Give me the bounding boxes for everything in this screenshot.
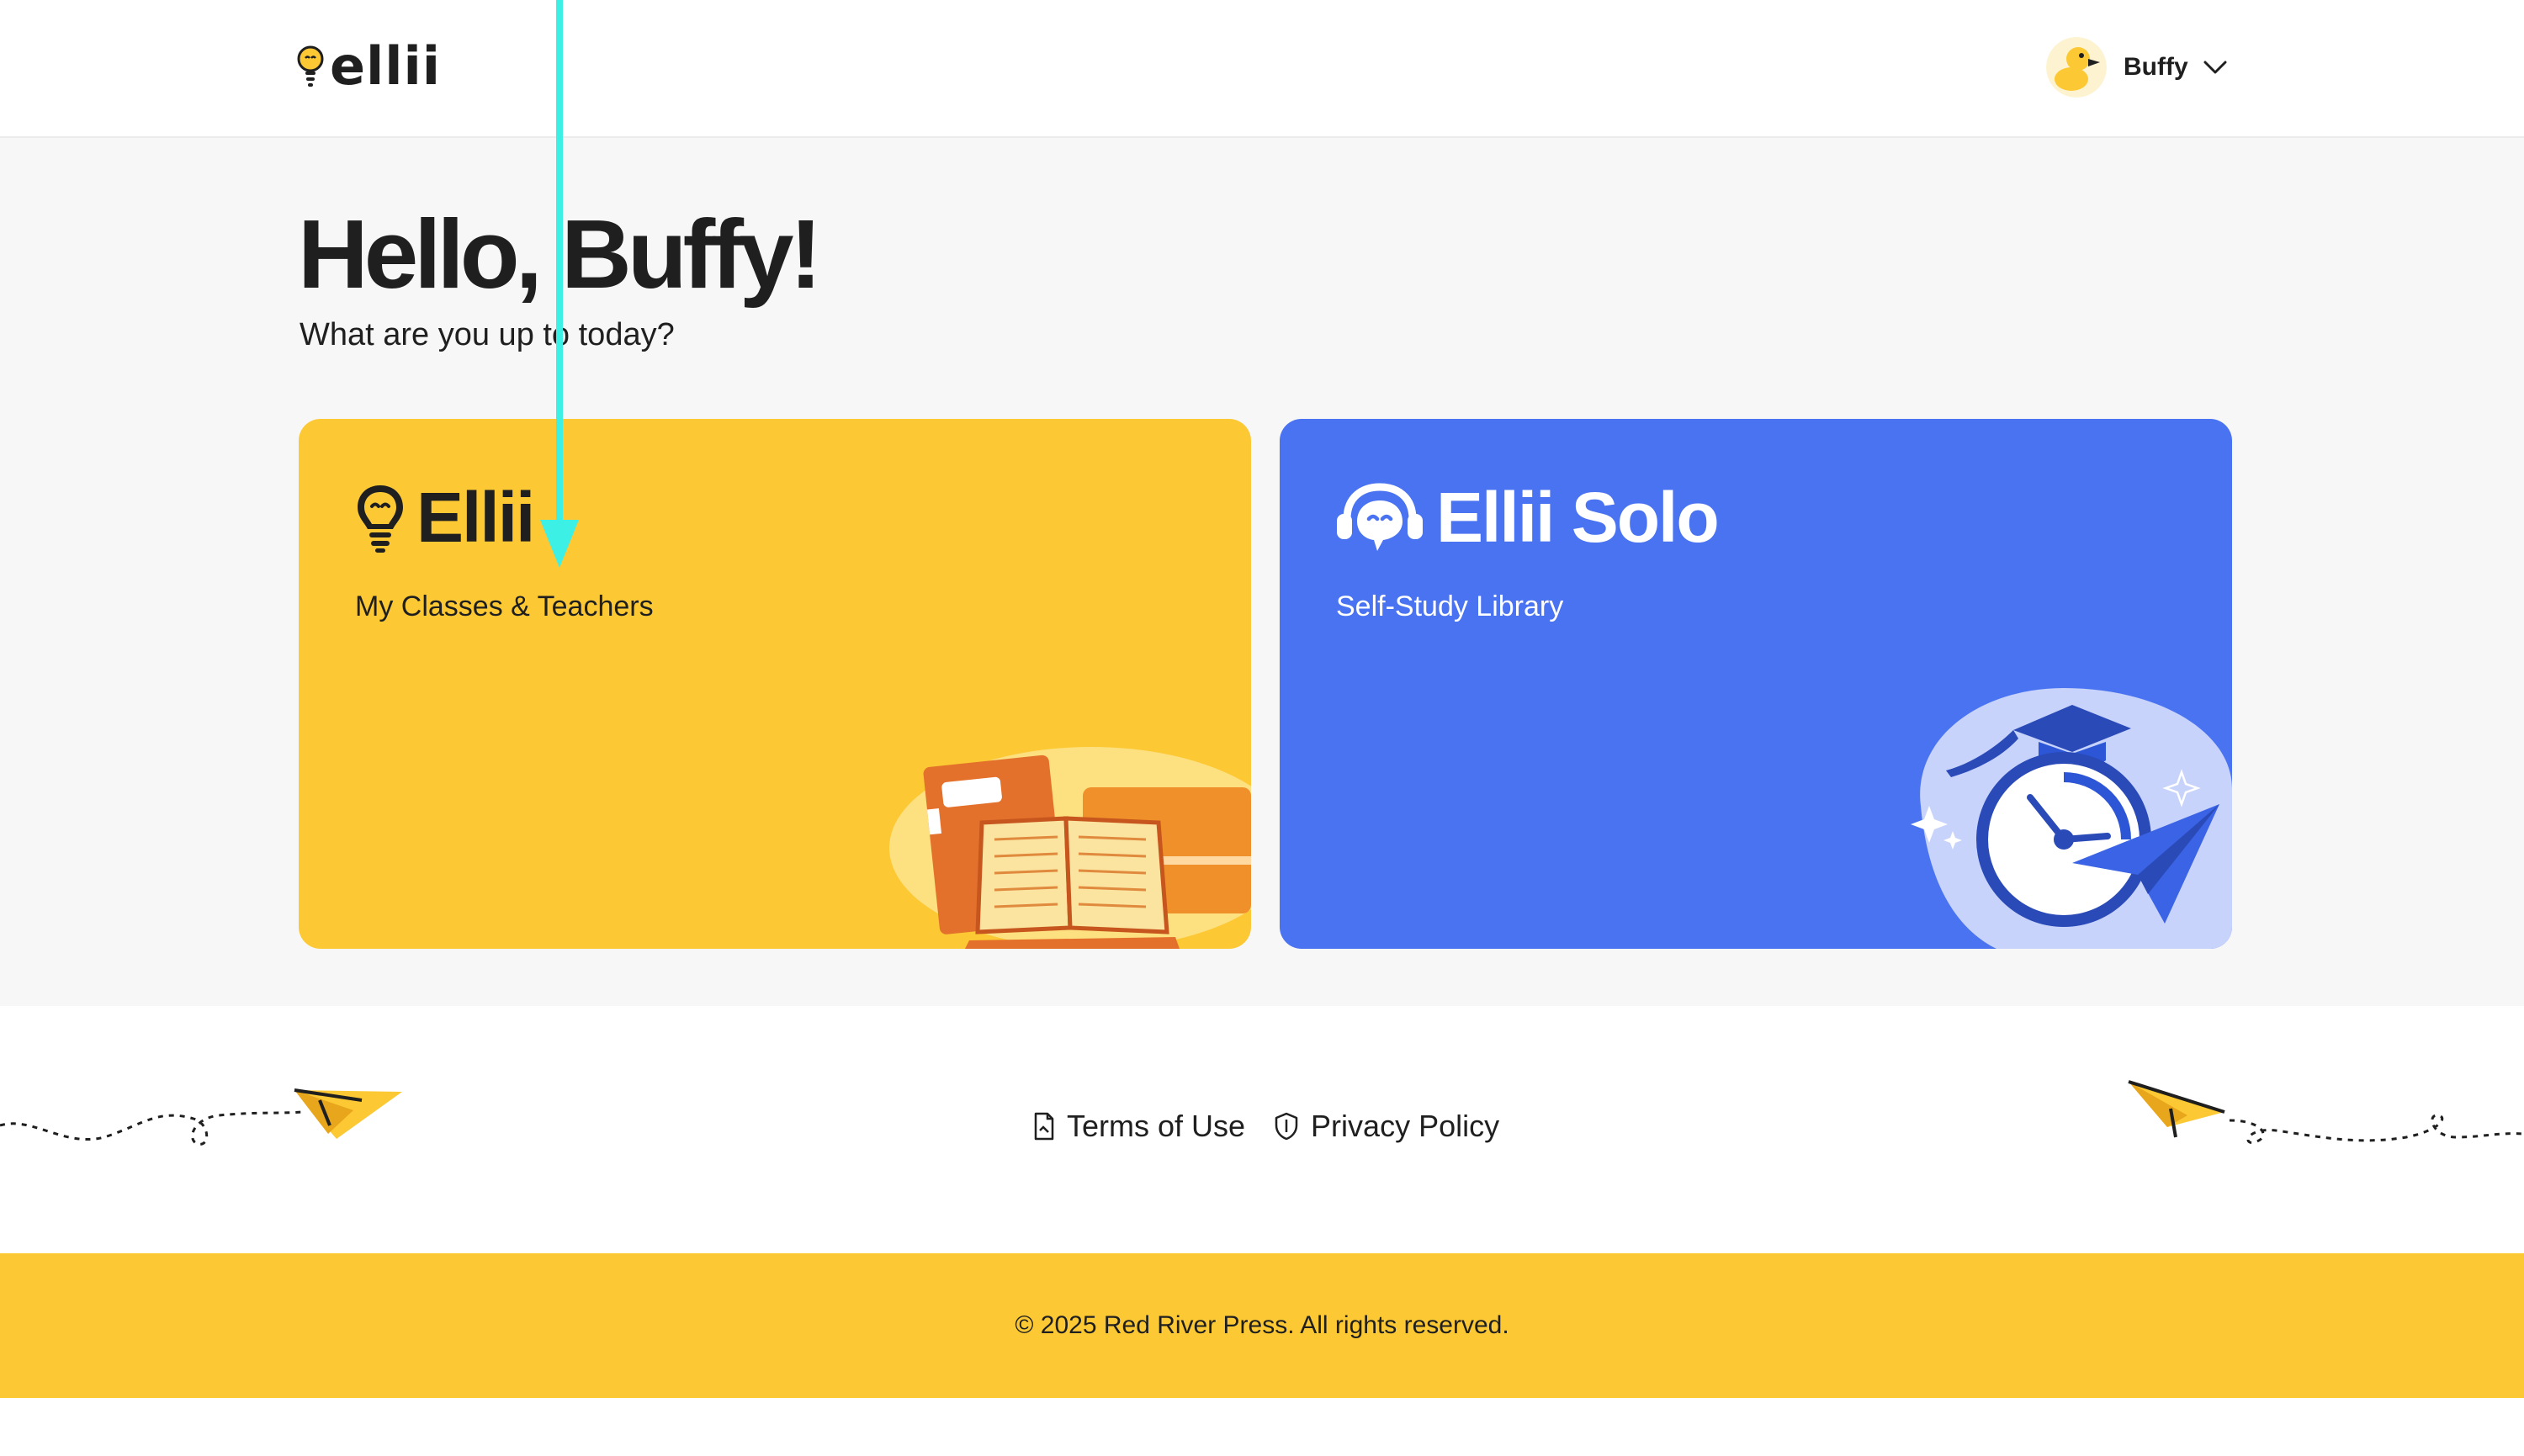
terms-of-use-link[interactable]: Terms of Use [1033,1106,1245,1146]
shield-icon [1275,1112,1298,1141]
page-bottom-spacer [0,1398,2524,1456]
lightbulb-logo-icon [297,45,324,87]
footer: Terms of Use Privacy Policy [0,1006,2524,1253]
paper-plane-trail-left-icon [0,1088,402,1146]
top-navbar: ellii Buffy [0,0,2524,138]
ellii-card-subtitle: My Classes & Teachers [355,590,654,622]
footer-links: Terms of Use Privacy Policy [1033,1105,1499,1147]
document-icon [1034,1112,1054,1141]
ellii-card-title: Ellii [416,478,535,557]
copyright-text: © 2025 Red River Press. All rights reser… [1015,1311,1509,1339]
greeting-subtitle: What are you up to today? [300,317,675,352]
logo-text: ellii [330,35,442,97]
greeting-title: Hello, Buffy! [298,199,822,309]
clock-graduation-illustration-icon [1911,688,2232,949]
books-illustration-icon [889,747,1251,949]
headset-mascot-icon [1337,483,1423,551]
paper-plane-trail-right-icon [2128,1080,2524,1144]
ellii-solo-library-card[interactable]: Ellii Solo Self-Study Library [1280,419,2232,949]
user-name: Buffy [2124,53,2188,81]
copyright-bar: © 2025 Red River Press. All rights reser… [0,1253,2524,1398]
privacy-policy-link[interactable]: Privacy Policy [1274,1106,1499,1146]
user-menu-dropdown[interactable]: Buffy [2046,37,2227,98]
terms-of-use-label: Terms of Use [1067,1109,1246,1143]
ellii-classes-card[interactable]: Ellii My Classes & Teachers [299,419,1251,949]
lightbulb-icon [358,485,403,553]
ellii-solo-brand: Ellii Solo [1335,478,1720,557]
ellii-logo-link[interactable]: ellii [296,40,441,93]
chevron-down-icon [2203,61,2227,74]
ellii-solo-card-title: Ellii Solo [1436,478,1720,557]
ellii-solo-card-subtitle: Self-Study Library [1336,590,1564,622]
duck-avatar-icon [2046,37,2107,98]
ellii-brand: Ellii [354,478,535,557]
privacy-policy-label: Privacy Policy [1311,1109,1500,1143]
